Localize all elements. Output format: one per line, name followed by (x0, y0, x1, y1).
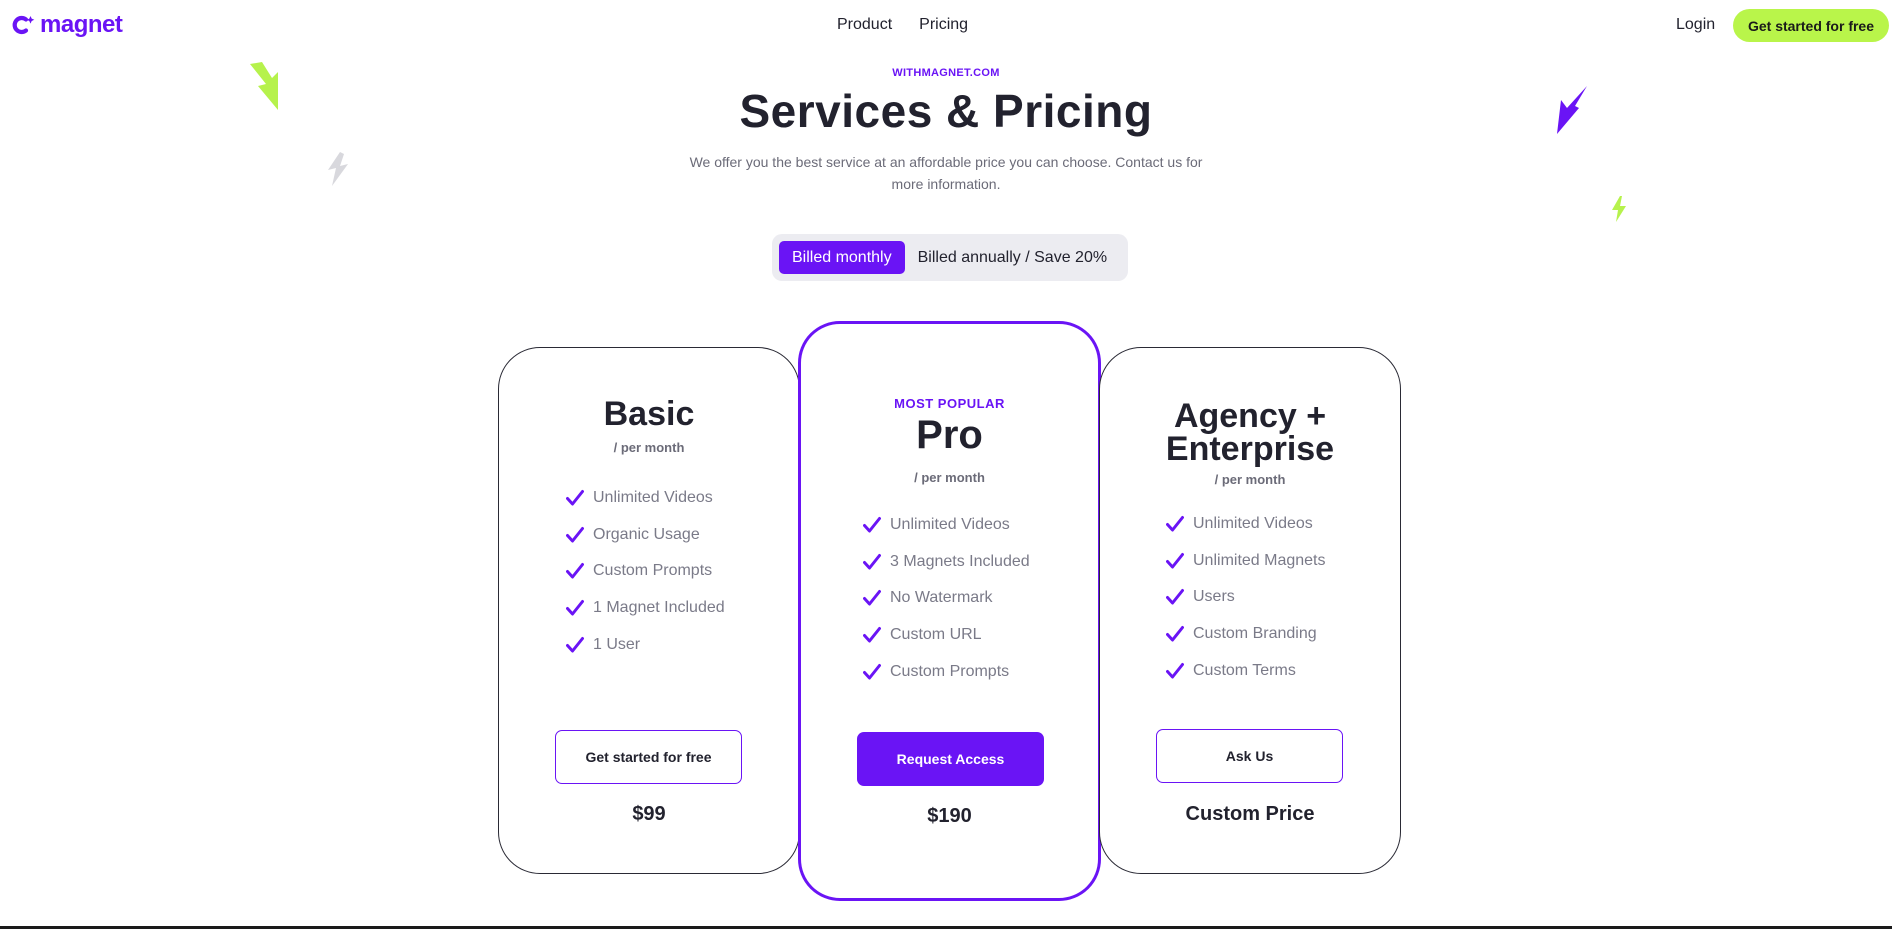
feature-label: Custom Prompts (593, 562, 713, 580)
plan-period: / per month (1214, 472, 1286, 487)
check-icon (863, 627, 881, 643)
feature-label: Unlimited Magnets (1193, 551, 1326, 569)
feature-label: Custom Branding (1193, 625, 1317, 643)
plan-card-agency-enterprise: Agency + Enterprise / per month Unlimite… (1099, 347, 1401, 874)
most-popular-badge: MOST POPULAR (894, 396, 1005, 411)
nav-link-pricing[interactable]: Pricing (919, 16, 968, 34)
brand-name: magnet (40, 11, 123, 38)
feature-list: Unlimited Videos Organic Usage Custom Pr… (566, 480, 725, 663)
feature-list: Unlimited Videos Unlimited Magnets Users… (1166, 506, 1326, 689)
get-started-nav-button[interactable]: Get started for free (1733, 9, 1889, 42)
list-item: 3 Magnets Included (863, 544, 1030, 581)
list-item: Custom Prompts (566, 553, 725, 590)
check-icon (863, 590, 881, 606)
login-link[interactable]: Login (1676, 16, 1715, 34)
check-icon (566, 636, 584, 653)
top-nav: magnet Product Pricing Login Get started… (0, 0, 1892, 52)
nav-links: Product Pricing (837, 16, 968, 34)
plan-period: / per month (613, 440, 685, 455)
feature-label: Organic Usage (593, 525, 700, 543)
check-icon (566, 600, 584, 616)
list-item: Organic Usage (566, 517, 725, 554)
list-item: Custom Terms (1166, 652, 1326, 689)
list-item: No Watermark (863, 580, 1030, 617)
ask-us-button[interactable]: Ask Us (1156, 729, 1343, 783)
feature-label: Unlimited Videos (1193, 515, 1313, 533)
lightning-bolt-icon (1612, 196, 1626, 222)
list-item: Custom Branding (1166, 616, 1326, 653)
plan-period: / per month (914, 470, 985, 485)
feature-list: Unlimited Videos 3 Magnets Included No W… (863, 507, 1030, 690)
plan-name-line-2: Enterprise (1165, 430, 1335, 468)
request-access-button[interactable]: Request Access (857, 732, 1044, 786)
billed-annually-option[interactable]: Billed annually / Save 20% (918, 249, 1107, 267)
feature-label: No Watermark (890, 589, 993, 607)
billing-toggle: Billed monthly Billed annually / Save 20… (772, 234, 1128, 281)
check-icon (1166, 662, 1184, 679)
check-icon (1166, 516, 1184, 532)
check-icon (863, 553, 881, 570)
eyebrow-domain: WITHMAGNET.COM (892, 67, 1000, 79)
list-item: Unlimited Videos (863, 507, 1030, 544)
page-title: Services & Pricing (739, 85, 1153, 137)
plan-name-line-1: Agency + (1173, 397, 1327, 435)
feature-label: Custom Terms (1193, 661, 1296, 679)
plan-price: $190 (927, 805, 972, 827)
list-item: 1 User (566, 626, 725, 663)
check-icon (566, 490, 584, 506)
plan-name: Basic (603, 395, 695, 433)
feature-label: 3 Magnets Included (890, 552, 1030, 570)
get-started-button[interactable]: Get started for free (555, 730, 742, 784)
check-icon (566, 563, 584, 579)
feature-label: Unlimited Videos (890, 516, 1010, 534)
list-item: Users (1166, 579, 1326, 616)
list-item: Unlimited Videos (1166, 506, 1326, 543)
check-icon (1166, 626, 1184, 642)
feature-label: Users (1193, 588, 1235, 606)
list-item: Custom Prompts (863, 653, 1030, 690)
magnet-logo-icon (12, 15, 35, 35)
feature-label: 1 User (593, 635, 641, 653)
plan-card-pro: MOST POPULAR Pro / per month Unlimited V… (798, 321, 1101, 901)
plan-card-basic: Basic / per month Unlimited Videos Organ… (498, 347, 800, 874)
billed-monthly-option[interactable]: Billed monthly (779, 241, 905, 274)
check-icon (1166, 589, 1184, 605)
plan-name: Pro (916, 413, 983, 457)
list-item: 1 Magnet Included (566, 590, 725, 627)
feature-label: Custom URL (890, 626, 982, 644)
check-icon (863, 663, 881, 680)
list-item: Custom URL (863, 617, 1030, 654)
feature-label: Custom Prompts (890, 662, 1010, 680)
brand-logo[interactable]: magnet (12, 11, 123, 39)
page-subtitle: We offer you the best service at an affo… (689, 154, 1203, 192)
check-icon (863, 517, 881, 533)
check-icon (566, 526, 584, 543)
check-icon (1166, 552, 1184, 569)
lightning-bolt-icon (328, 152, 348, 186)
plan-price: Custom Price (1185, 803, 1315, 825)
list-item: Unlimited Magnets (1166, 543, 1326, 580)
list-item: Unlimited Videos (566, 480, 725, 517)
nav-link-product[interactable]: Product (837, 16, 892, 34)
feature-label: 1 Magnet Included (593, 599, 725, 617)
plan-price: $99 (632, 803, 666, 825)
feature-label: Unlimited Videos (593, 489, 713, 507)
